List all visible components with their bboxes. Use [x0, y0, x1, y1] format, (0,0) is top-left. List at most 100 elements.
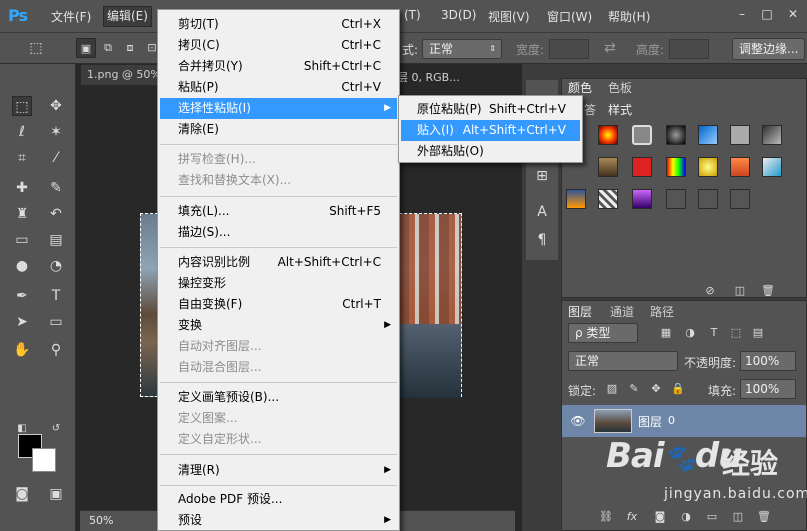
healing-brush-icon[interactable]: ✚: [12, 178, 32, 198]
height-field[interactable]: [669, 39, 709, 59]
refine-edge-button[interactable]: 调整边缘...: [732, 38, 806, 60]
minimize-icon[interactable]: –: [735, 7, 749, 21]
style-swatch[interactable]: [598, 157, 618, 177]
zoom-level[interactable]: 50%: [89, 514, 113, 527]
style-swatch[interactable]: [632, 157, 652, 177]
delete-style-icon[interactable]: 🗑: [758, 281, 778, 301]
paragraph-panel-icon[interactable]: ¶: [532, 230, 552, 250]
move-tool-icon[interactable]: ✥: [46, 96, 66, 116]
document-tab[interactable]: 1.png @ 50%: [80, 64, 165, 86]
layer-row[interactable]: 👁 图层 0: [562, 405, 806, 437]
path-select-icon[interactable]: ➤: [12, 312, 32, 332]
menu-item-fill[interactable]: 填充(L)... Shift+F5: [160, 201, 397, 222]
style-swatch[interactable]: [730, 189, 750, 209]
menu-file[interactable]: 文件(F): [51, 8, 91, 25]
quick-mask-icon[interactable]: ◙: [12, 484, 32, 504]
menu-item-auto-blend[interactable]: 自动混合图层...: [160, 357, 397, 378]
document-tab-2[interactable]: 层 0, RGB...: [397, 68, 517, 88]
filter-shape-icon[interactable]: ⬚: [726, 323, 746, 343]
dodge-tool-icon[interactable]: ◔: [46, 256, 66, 276]
rect-marquee-tool-icon[interactable]: ⬚: [12, 96, 32, 116]
style-swatch[interactable]: [666, 125, 686, 145]
menu-item-paste[interactable]: 粘贴(P) Ctrl+V: [160, 77, 397, 98]
menu-item-define-shape[interactable]: 定义自定形状...: [160, 429, 397, 450]
eye-icon[interactable]: 👁: [568, 411, 588, 431]
marquee-preset-icon[interactable]: ⬚: [26, 38, 46, 58]
menu-item-define-pattern[interactable]: 定义图案...: [160, 408, 397, 429]
tab-styles[interactable]: 样式: [602, 101, 639, 119]
style-swatch[interactable]: [598, 189, 618, 209]
new-selection-icon[interactable]: ▣: [76, 38, 96, 58]
style-swatch[interactable]: [666, 189, 686, 209]
filter-image-icon[interactable]: ▦: [656, 323, 676, 343]
style-swatch[interactable]: [666, 157, 686, 177]
layer-name[interactable]: 图层: [638, 413, 662, 430]
menu-item-paste-into[interactable]: 贴入(I) Alt+Shift+Ctrl+V: [401, 120, 580, 141]
screen-mode-icon[interactable]: ▣: [46, 484, 66, 504]
pen-tool-icon[interactable]: ✒: [12, 286, 32, 306]
brush-tool-icon[interactable]: ✎: [46, 178, 66, 198]
swap-icon[interactable]: ⇄: [600, 38, 620, 58]
lock-move-icon[interactable]: ✥: [646, 379, 666, 399]
menu-item-content-aware-scale[interactable]: 内容识别比例 Alt+Shift+Ctrl+C: [160, 252, 397, 273]
crop-tool-icon[interactable]: ⌗: [12, 148, 32, 168]
add-selection-icon[interactable]: ⧉: [98, 38, 118, 58]
add-mask-icon[interactable]: ◙: [650, 507, 670, 527]
menu-item-copy-merged[interactable]: 合并拷贝(Y) Shift+Ctrl+C: [160, 56, 397, 77]
style-swatch[interactable]: [566, 189, 586, 209]
menu-view[interactable]: 视图(V): [488, 8, 530, 25]
filter-adjust-icon[interactable]: ◑: [680, 323, 700, 343]
tab-channels[interactable]: 通道: [604, 303, 640, 321]
style-swatch[interactable]: [762, 125, 782, 145]
info-panel-icon[interactable]: ⊞: [532, 166, 552, 186]
menu-3d[interactable]: 3D(D): [441, 8, 476, 22]
style-swatch[interactable]: [730, 157, 750, 177]
type-tool-icon[interactable]: T: [46, 286, 66, 306]
subtract-selection-icon[interactable]: ⧈: [120, 38, 140, 58]
width-field[interactable]: [549, 39, 589, 59]
menu-item-stroke[interactable]: 描边(S)...: [160, 222, 397, 243]
style-swatch[interactable]: [698, 125, 718, 145]
style-swatch[interactable]: [762, 157, 782, 177]
menu-item-auto-align[interactable]: 自动对齐图层...: [160, 336, 397, 357]
menu-item-purge[interactable]: 清理(R) ▶: [160, 460, 397, 481]
close-icon[interactable]: ✕: [786, 7, 800, 21]
trash-icon[interactable]: 🗑: [754, 507, 774, 527]
lock-all-icon[interactable]: 🔒: [668, 379, 688, 399]
style-swatch[interactable]: [632, 189, 652, 209]
style-swatch[interactable]: [632, 125, 652, 145]
menu-item-find-replace[interactable]: 查找和替换文本(X)...: [160, 170, 397, 191]
opacity-value[interactable]: 100%: [740, 351, 796, 371]
blur-tool-icon[interactable]: ●: [12, 256, 32, 276]
menu-window[interactable]: 窗口(W): [547, 8, 592, 25]
style-select[interactable]: 正常 ⇕: [422, 39, 502, 59]
kind-filter-select[interactable]: ρ 类型: [568, 323, 638, 343]
blend-mode-select[interactable]: 正常: [568, 351, 678, 371]
menu-item-paste-special[interactable]: 选择性粘贴(I) ▶: [160, 98, 397, 119]
menu-edit[interactable]: 编辑(E): [103, 6, 152, 27]
style-swatch[interactable]: [698, 157, 718, 177]
tab-swatches[interactable]: 色板: [602, 79, 638, 97]
adjustment-layer-icon[interactable]: ◑: [676, 507, 696, 527]
link-layers-icon[interactable]: ⛓: [596, 507, 616, 527]
eyedropper-icon[interactable]: ⁄: [46, 148, 66, 168]
menu-item-transform[interactable]: 变换 ▶: [160, 315, 397, 336]
style-swatch[interactable]: [598, 125, 618, 145]
tab-paths[interactable]: 路径: [644, 303, 680, 321]
hand-tool-icon[interactable]: ✋: [12, 340, 32, 360]
character-panel-icon[interactable]: A: [532, 202, 552, 222]
tab-layers[interactable]: 图层: [562, 303, 599, 321]
rectangle-tool-icon[interactable]: ▭: [46, 312, 66, 332]
magic-wand-icon[interactable]: ✶: [46, 122, 66, 142]
menu-item-copy[interactable]: 拷贝(C) Ctrl+C: [160, 35, 397, 56]
menu-item-pdf-presets[interactable]: Adobe PDF 预设...: [160, 489, 397, 510]
swap-colors-icon[interactable]: ↺: [46, 419, 66, 439]
fill-value[interactable]: 100%: [740, 379, 796, 399]
clear-style-icon[interactable]: ⊘: [700, 281, 720, 301]
lasso-tool-icon[interactable]: ℓ: [12, 122, 32, 142]
menu-item-clear[interactable]: 清除(E): [160, 119, 397, 140]
menu-item-cut[interactable]: 剪切(T) Ctrl+X: [160, 14, 397, 35]
fx-icon[interactable]: fx: [622, 507, 642, 527]
filter-type-icon[interactable]: T: [704, 323, 724, 343]
clone-stamp-icon[interactable]: ♜: [12, 204, 32, 224]
